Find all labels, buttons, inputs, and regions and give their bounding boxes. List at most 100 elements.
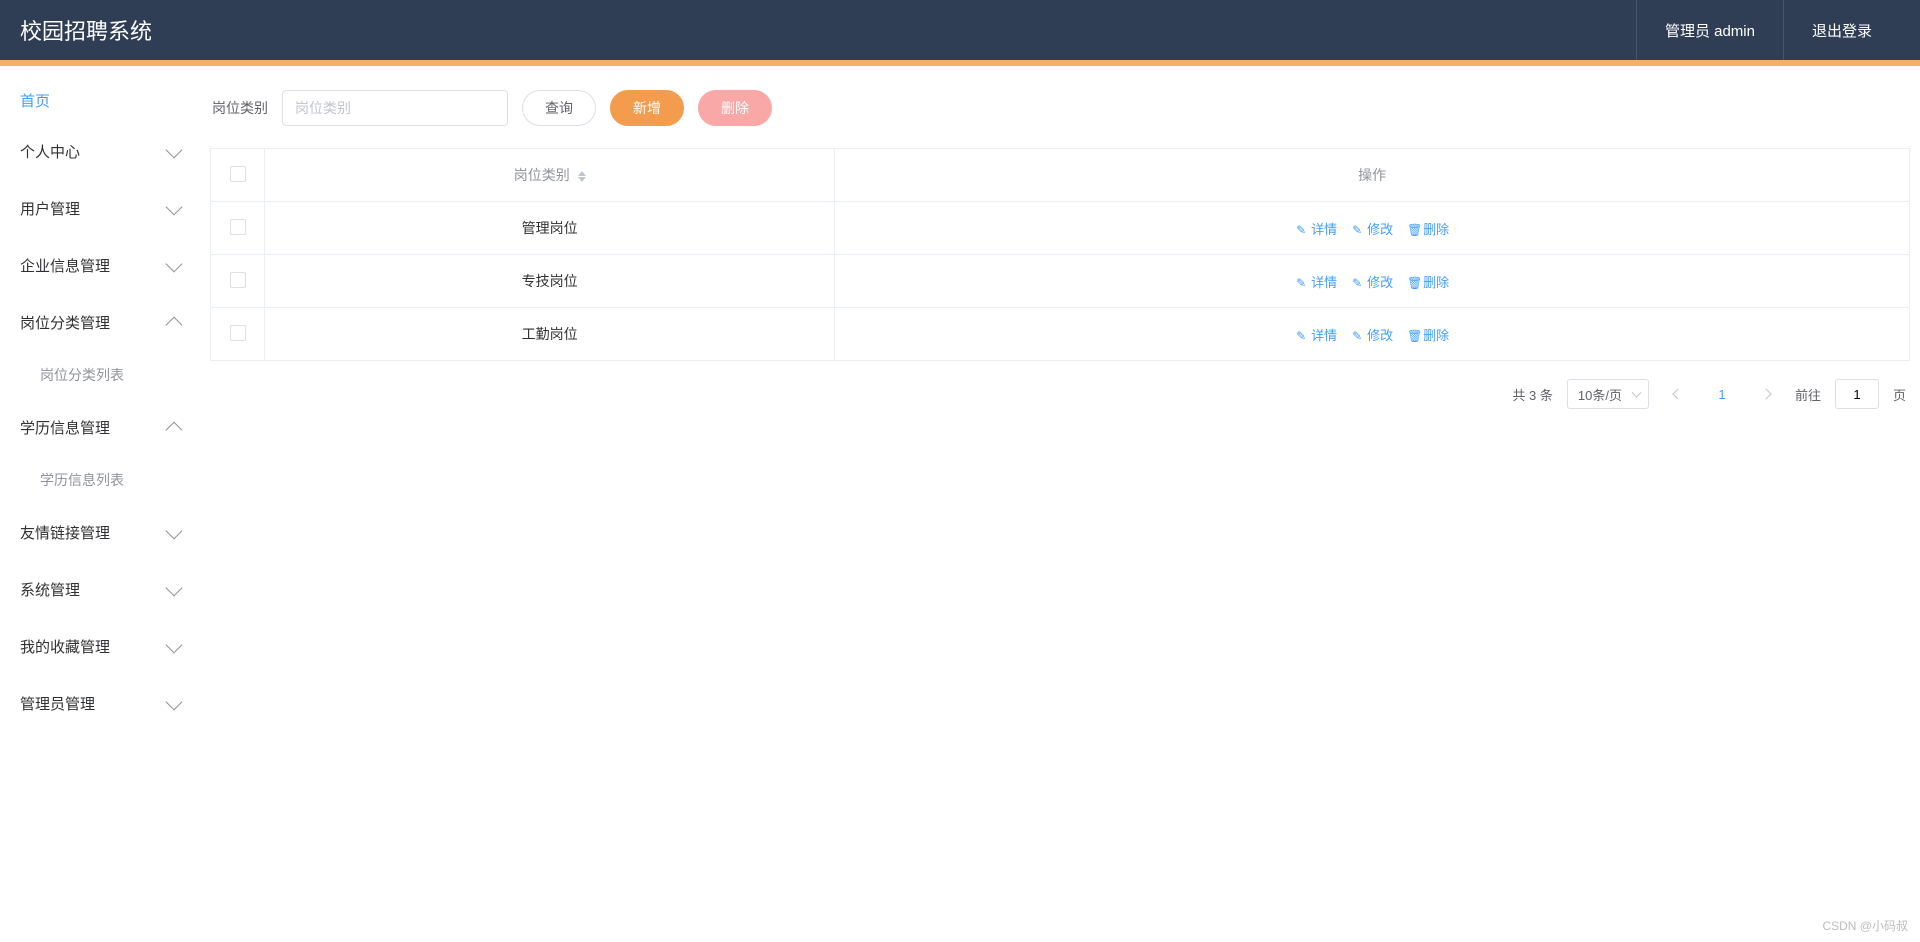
col-actions-label: 操作	[1358, 167, 1386, 183]
row-checkbox[interactable]	[230, 325, 246, 341]
col-category[interactable]: 岗位类别	[265, 149, 835, 202]
chevron-down-icon	[166, 198, 183, 215]
chevron-down-icon	[166, 141, 183, 158]
watermark: CSDN @小码叔	[1822, 917, 1908, 934]
col-actions: 操作	[835, 149, 1910, 202]
row-delete-button[interactable]: 删除	[1407, 325, 1449, 344]
row-action-label: 详情	[1311, 325, 1337, 344]
chevron-down-icon	[1632, 388, 1642, 398]
goto-suffix: 页	[1893, 385, 1906, 404]
filter-label: 岗位类别	[212, 98, 268, 118]
sidebar-item-label: 系统管理	[20, 579, 80, 600]
edit-icon	[1295, 275, 1307, 287]
row-category: 管理岗位	[265, 202, 835, 255]
sidebar-item[interactable]: 我的收藏管理	[0, 618, 200, 675]
table-row: 工勤岗位 详情 修改 删除	[211, 308, 1910, 361]
page-number[interactable]: 1	[1707, 379, 1737, 409]
add-button[interactable]: 新增	[610, 90, 684, 126]
sidebar-item-label: 学历信息管理	[20, 417, 110, 438]
prev-page-button[interactable]	[1663, 379, 1693, 409]
goto-input[interactable]	[1835, 379, 1879, 409]
sort-icon[interactable]	[578, 171, 586, 182]
sidebar-item[interactable]: 岗位分类管理	[0, 294, 200, 351]
search-button[interactable]: 查询	[522, 90, 596, 126]
edit-icon	[1351, 328, 1363, 340]
app-title: 校园招聘系统	[20, 14, 1636, 46]
row-action-label: 删除	[1423, 325, 1449, 344]
chevron-left-icon	[1672, 388, 1683, 399]
edit-button[interactable]: 修改	[1351, 325, 1393, 344]
row-actions-cell: 详情 修改 删除	[835, 255, 1910, 308]
chevron-down-icon	[166, 522, 183, 539]
chevron-up-icon	[166, 421, 183, 438]
detail-button[interactable]: 详情	[1295, 219, 1337, 238]
chevron-right-icon	[1760, 388, 1771, 399]
row-checkbox[interactable]	[230, 272, 246, 288]
detail-button[interactable]: 详情	[1295, 272, 1337, 291]
row-action-label: 详情	[1311, 272, 1337, 291]
chevron-down-icon	[166, 636, 183, 653]
main-content: 岗位类别 查询 新增 删除 岗位类别	[200, 66, 1920, 732]
chevron-down-icon	[166, 255, 183, 272]
goto-prefix: 前往	[1795, 385, 1821, 404]
admin-label[interactable]: 管理员 admin	[1636, 0, 1783, 60]
trash-icon	[1407, 222, 1419, 234]
sort-desc-icon	[578, 177, 586, 182]
row-delete-button[interactable]: 删除	[1407, 219, 1449, 238]
sidebar-item[interactable]: 友情链接管理	[0, 504, 200, 561]
row-actions-cell: 详情 修改 删除	[835, 202, 1910, 255]
sidebar-item[interactable]: 用户管理	[0, 180, 200, 237]
row-category: 工勤岗位	[265, 308, 835, 361]
row-action-label: 修改	[1367, 272, 1393, 291]
edit-icon	[1295, 328, 1307, 340]
row-action-label: 修改	[1367, 325, 1393, 344]
sidebar-item-label: 企业信息管理	[20, 255, 110, 276]
filter-input[interactable]	[282, 90, 508, 126]
toolbar: 岗位类别 查询 新增 删除	[210, 90, 1910, 126]
logout-button[interactable]: 退出登录	[1783, 0, 1900, 60]
data-table: 岗位类别 操作 管理岗位详情修改删除专技岗位详情修改删除工勤岗位详情修改删除	[210, 148, 1910, 361]
delete-button[interactable]: 删除	[698, 90, 772, 126]
sidebar: 首页 个人中心用户管理企业信息管理岗位分类管理岗位分类列表学历信息管理学历信息列…	[0, 66, 200, 732]
sidebar-subitem[interactable]: 岗位分类列表	[0, 351, 200, 399]
row-checkbox[interactable]	[230, 219, 246, 235]
edit-icon	[1351, 275, 1363, 287]
sidebar-subitem[interactable]: 学历信息列表	[0, 456, 200, 504]
page-size-select[interactable]: 10条/页	[1567, 379, 1649, 409]
row-checkbox-cell	[211, 202, 265, 255]
layout: 首页 个人中心用户管理企业信息管理岗位分类管理岗位分类列表学历信息管理学历信息列…	[0, 66, 1920, 732]
row-action-label: 删除	[1423, 219, 1449, 238]
page-size-label: 10条/页	[1578, 385, 1622, 404]
pagination: 共 3 条 10条/页 1 前往 页	[210, 379, 1910, 409]
sidebar-item-label: 个人中心	[20, 141, 80, 162]
edit-button[interactable]: 修改	[1351, 272, 1393, 291]
edit-icon	[1295, 222, 1307, 234]
edit-icon	[1351, 222, 1363, 234]
chevron-up-icon	[166, 316, 183, 333]
edit-button[interactable]: 修改	[1351, 219, 1393, 238]
row-action-label: 详情	[1311, 219, 1337, 238]
sidebar-item-label: 用户管理	[20, 198, 80, 219]
sidebar-item[interactable]: 管理员管理	[0, 675, 200, 732]
select-all-checkbox[interactable]	[230, 166, 246, 182]
table-row: 专技岗位 详情 修改 删除	[211, 255, 1910, 308]
sidebar-item[interactable]: 企业信息管理	[0, 237, 200, 294]
table-row: 管理岗位 详情 修改 删除	[211, 202, 1910, 255]
total-text: 共 3 条	[1512, 385, 1552, 404]
sidebar-item-label: 管理员管理	[20, 693, 95, 714]
sidebar-item-label: 我的收藏管理	[20, 636, 110, 657]
row-action-label: 删除	[1423, 272, 1449, 291]
header-right: 管理员 admin 退出登录	[1636, 0, 1900, 60]
sidebar-item[interactable]: 个人中心	[0, 123, 200, 180]
sidebar-item[interactable]: 系统管理	[0, 561, 200, 618]
sidebar-item[interactable]: 学历信息管理	[0, 399, 200, 456]
sidebar-home[interactable]: 首页	[0, 78, 200, 123]
row-category: 专技岗位	[265, 255, 835, 308]
next-page-button[interactable]	[1751, 379, 1781, 409]
row-action-label: 修改	[1367, 219, 1393, 238]
row-checkbox-cell	[211, 308, 265, 361]
row-delete-button[interactable]: 删除	[1407, 272, 1449, 291]
trash-icon	[1407, 275, 1419, 287]
header: 校园招聘系统 管理员 admin 退出登录	[0, 0, 1920, 60]
detail-button[interactable]: 详情	[1295, 325, 1337, 344]
